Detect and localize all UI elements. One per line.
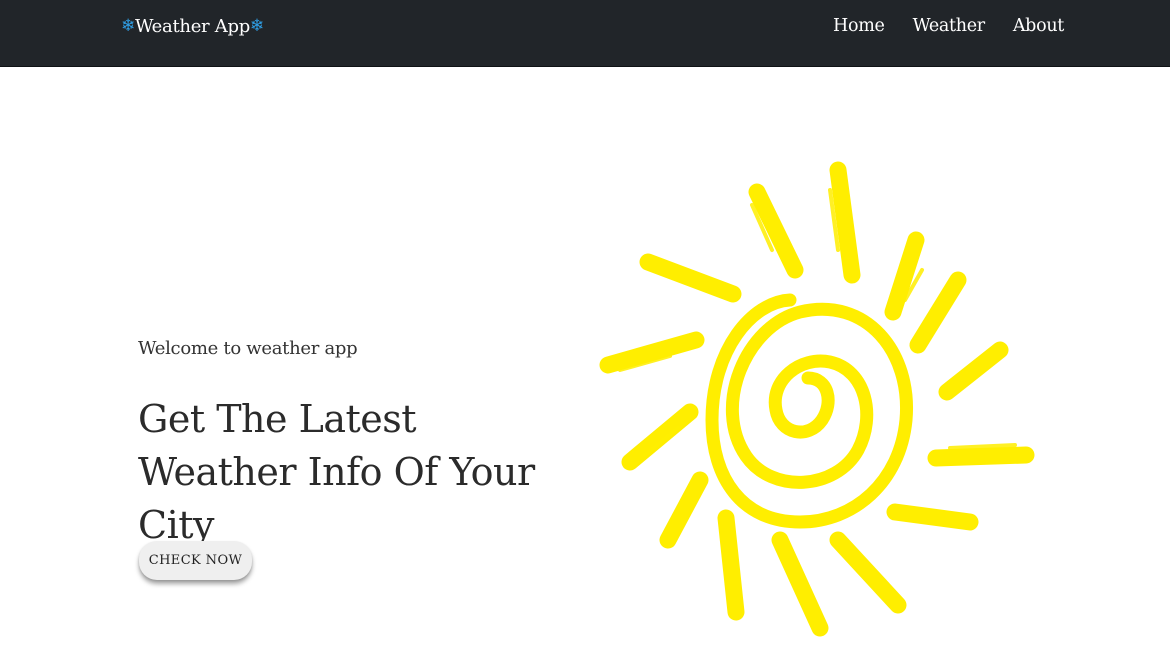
sun-ray: [927, 446, 1035, 467]
sun-ray: [659, 471, 709, 549]
snowflake-icon: ❄: [121, 15, 135, 36]
brand-link[interactable]: ❄ Weather App ❄: [121, 13, 264, 39]
nav-links: Home Weather About: [833, 13, 1064, 39]
navbar: ❄ Weather App ❄ Home Weather About: [0, 0, 1170, 67]
sun-ray: [621, 403, 699, 471]
sun-ray: [909, 271, 967, 354]
sun-ray: [639, 253, 742, 303]
check-now-button[interactable]: CHECK NOW: [139, 541, 252, 580]
sun-ray: [829, 531, 907, 614]
nav-weather-link[interactable]: Weather: [913, 16, 986, 36]
sun-ray: [717, 509, 745, 621]
welcome-text: Welcome to weather app: [138, 338, 358, 359]
hero-headline: Get The Latest Weather Info Of Your City: [138, 397, 535, 547]
nav-about-link[interactable]: About: [1013, 16, 1064, 36]
sun-ray: [771, 531, 829, 637]
sun-ray: [829, 161, 861, 284]
snowflake-icon: ❄: [249, 15, 264, 36]
sun-icon: [599, 161, 1035, 637]
brand-title: Weather App: [134, 15, 250, 37]
nav-home-link[interactable]: Home: [833, 16, 885, 36]
sun-spiral: [705, 293, 914, 529]
sun-ray: [886, 503, 979, 531]
sun-ray: [938, 341, 1009, 401]
